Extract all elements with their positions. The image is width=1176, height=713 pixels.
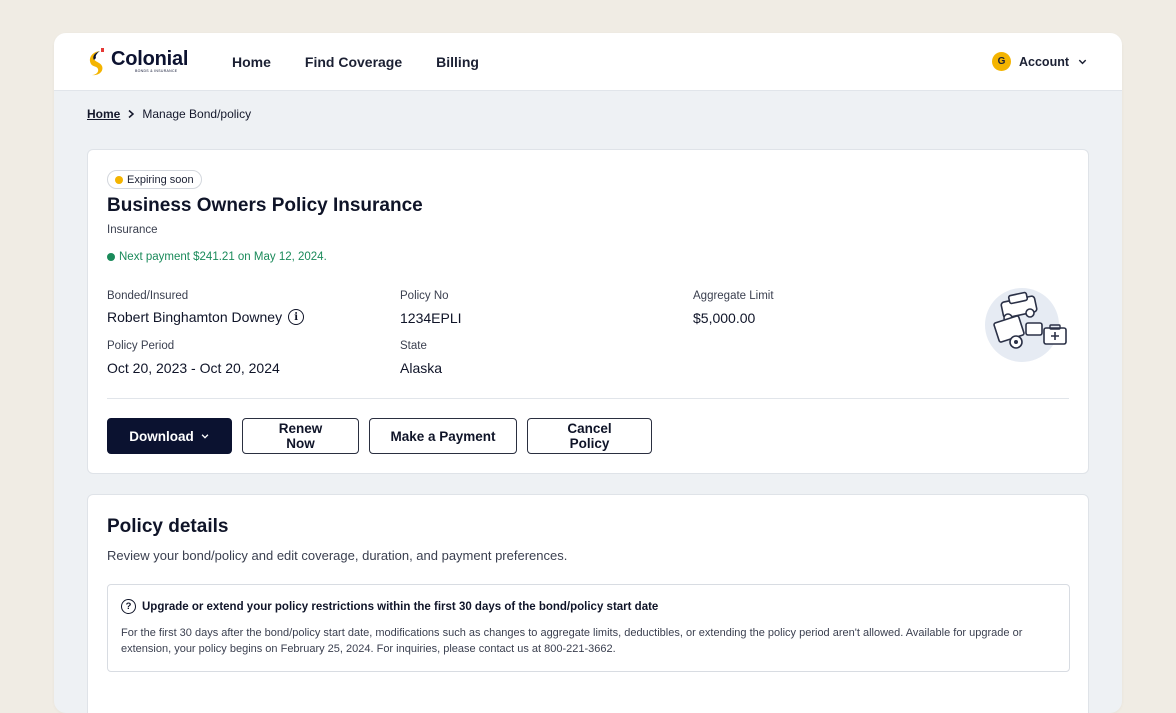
breadcrumb: Home Manage Bond/policy: [87, 107, 251, 121]
business-policy-illustration-icon: [985, 288, 1067, 362]
policy-type: Insurance: [107, 224, 158, 236]
notice-heading: ? Upgrade or extend your policy restrict…: [121, 599, 658, 614]
bonded-insured-label: Bonded/Insured: [107, 290, 189, 302]
bonded-insured-name: Robert Binghamton Downey: [107, 309, 283, 325]
next-payment-text: Next payment $241.21 on May 12, 2024.: [119, 251, 327, 263]
aggregate-limit-value: $5,000.00: [693, 310, 756, 326]
main-nav: Home Find Coverage Billing: [232, 54, 479, 70]
aggregate-limit-label: Aggregate Limit: [693, 290, 774, 302]
nav-link-home[interactable]: Home: [232, 54, 271, 70]
nav-link-billing[interactable]: Billing: [436, 54, 479, 70]
policy-details-card: Policy details Review your bond/policy a…: [87, 494, 1089, 713]
bonded-insured-value: Robert Binghamton Downey i: [107, 309, 305, 325]
brand-tagline: BONDS & INSURANCE: [135, 69, 178, 74]
status-badge: Expiring soon: [107, 170, 202, 189]
divider: [107, 398, 1069, 399]
cancel-policy-button[interactable]: Cancel Policy: [527, 418, 652, 454]
chevron-down-icon: [1078, 59, 1087, 65]
page-title: Business Owners Policy Insurance: [107, 195, 423, 216]
state-label: State: [400, 340, 427, 352]
section-subtitle: Review your bond/policy and edit coverag…: [107, 548, 568, 563]
next-payment-notice: Next payment $241.21 on May 12, 2024.: [107, 251, 327, 263]
colonial-logo-icon: [89, 47, 104, 75]
payment-dot-icon: [107, 253, 115, 261]
policy-period-label: Policy Period: [107, 340, 175, 352]
nav-link-find-coverage[interactable]: Find Coverage: [305, 54, 402, 70]
brand-name: Colonial: [111, 48, 189, 71]
notice-body: For the first 30 days after the bond/pol…: [121, 627, 1023, 655]
brand-logo[interactable]: Colonial BONDS & INSURANCE: [87, 47, 232, 77]
policy-actions: Download Renew Now Make a Payment Cancel…: [107, 418, 652, 454]
state-value: Alaska: [400, 360, 443, 376]
download-button[interactable]: Download: [107, 418, 232, 454]
top-navigation: Colonial BONDS & INSURANCE Home Find Cov…: [54, 33, 1122, 91]
question-circle-icon: ?: [121, 599, 136, 614]
policy-summary-card: Expiring soon Business Owners Policy Ins…: [87, 149, 1089, 474]
policy-no-label: Policy No: [400, 290, 449, 302]
chevron-down-icon: [201, 434, 209, 439]
info-icon[interactable]: i: [288, 309, 305, 325]
restriction-notice: ? Upgrade or extend your policy restrict…: [107, 584, 1070, 672]
account-menu[interactable]: G Account: [992, 52, 1088, 71]
section-title: Policy details: [107, 516, 229, 537]
renew-now-button[interactable]: Renew Now: [242, 418, 359, 454]
account-label: Account: [1019, 54, 1069, 69]
status-badge-label: Expiring soon: [127, 173, 194, 186]
policy-no-value: 1234EPLI: [400, 310, 462, 326]
make-payment-button[interactable]: Make a Payment: [369, 418, 517, 454]
download-button-label: Download: [129, 428, 194, 444]
app-window: Colonial BONDS & INSURANCE Home Find Cov…: [54, 33, 1122, 713]
avatar: G: [992, 52, 1011, 71]
breadcrumb-current: Manage Bond/policy: [142, 107, 252, 121]
policy-period-value: Oct 20, 2023 - Oct 20, 2024: [107, 360, 280, 376]
chevron-right-icon: [128, 109, 135, 119]
notice-title: Upgrade or extend your policy restrictio…: [142, 600, 659, 613]
status-dot-icon: [115, 175, 123, 184]
breadcrumb-home[interactable]: Home: [87, 107, 120, 121]
